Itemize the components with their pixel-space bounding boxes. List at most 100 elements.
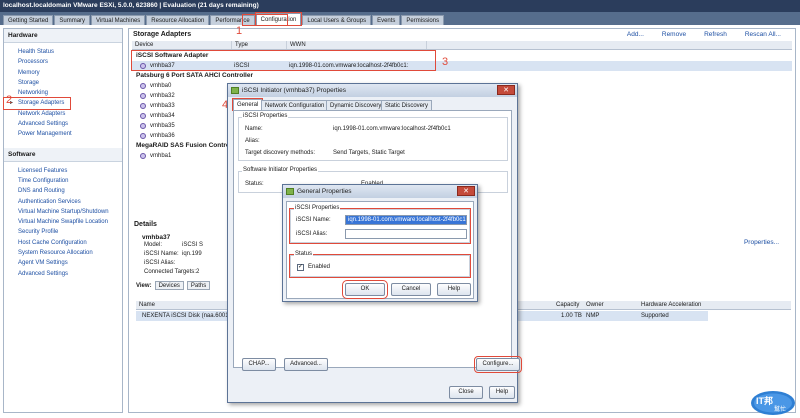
- column-wwn[interactable]: WWN: [287, 41, 427, 49]
- target-discovery-value: Send Targets, Static Target: [333, 150, 405, 156]
- tab-resource-allocation[interactable]: Resource Allocation: [146, 15, 210, 25]
- nav-health-status[interactable]: Health Status: [4, 47, 122, 57]
- column-owner[interactable]: Owner: [586, 301, 604, 310]
- nav-system-resource-allocation[interactable]: System Resource Allocation: [4, 248, 122, 258]
- software-heading: Software: [4, 147, 122, 162]
- name-label: Name:: [245, 126, 263, 132]
- iscsi-initiator-dialog-title-text: iSCSI Initiator (vmhba37) Properties: [242, 87, 347, 94]
- column-hardware-acceleration[interactable]: Hardware Acceleration: [641, 301, 701, 310]
- software-initiator-title: Software Initiator Properties: [242, 167, 319, 173]
- tab-general[interactable]: General: [231, 98, 264, 111]
- configure-button[interactable]: Configure...: [474, 356, 522, 373]
- device-name: NEXENTA iSCSI Disk (naa.6001: [142, 313, 229, 319]
- column-type[interactable]: Type: [232, 41, 287, 49]
- tab-dynamic-discovery[interactable]: Dynamic Discovery: [326, 100, 386, 110]
- dlg2-iscsi-properties-group: iSCSI Properties iSCSI Name: iqn.1998-01…: [289, 205, 471, 244]
- status-title: Status: [294, 251, 314, 257]
- device-capacity: 1.00 TB: [561, 313, 582, 319]
- refresh-link[interactable]: Refresh: [704, 31, 727, 38]
- nav-networking[interactable]: Networking: [4, 88, 122, 98]
- window-title: localhost.localdomain VMware ESXi, 5.0.0…: [0, 0, 800, 12]
- ok-button[interactable]: OK: [342, 280, 388, 299]
- nav-power-management[interactable]: Power Management: [4, 129, 122, 139]
- rescan-all-link[interactable]: Rescan All...: [745, 31, 781, 38]
- tab-local-users-groups[interactable]: Local Users & Groups: [302, 15, 372, 25]
- connected-targets-value: 2: [196, 269, 200, 275]
- tab-getting-started[interactable]: Getting Started: [3, 15, 54, 25]
- nav-processors[interactable]: Processors: [4, 57, 122, 67]
- adapter-device: vmhba1: [150, 153, 172, 159]
- nav-dns-routing[interactable]: DNS and Routing: [4, 186, 122, 196]
- column-capacity[interactable]: Capacity: [556, 301, 579, 310]
- adapter-device: vmhba32: [150, 93, 175, 99]
- view-devices-button[interactable]: Devices: [154, 281, 184, 290]
- enabled-label: Enabled: [308, 264, 331, 270]
- properties-link[interactable]: Properties...: [744, 239, 779, 246]
- tab-permissions[interactable]: Permissions: [401, 15, 445, 25]
- tab-network-configuration[interactable]: Network Configuration: [261, 100, 329, 110]
- dlg2-iscsi-properties-title: iSCSI Properties: [294, 205, 341, 211]
- model-value: iSCSI S: [182, 242, 204, 248]
- close-icon[interactable]: ✕: [497, 85, 515, 95]
- iscsi-initiator-dialog-title: iSCSI Initiator (vmhba37) Properties ✕: [228, 84, 517, 97]
- chap-button[interactable]: CHAP...: [242, 358, 276, 371]
- callout-box-iscsi-adapter: [131, 50, 436, 71]
- nav-advanced-settings-hw[interactable]: Advanced Settings: [4, 119, 122, 129]
- adapter-device: vmhba35: [150, 123, 175, 129]
- connected-targets-label: Connected Targets:: [144, 269, 196, 275]
- add-link[interactable]: Add...: [627, 31, 644, 38]
- nav-network-adapters[interactable]: Network Adapters: [4, 109, 122, 119]
- nav-time-configuration[interactable]: Time Configuration: [4, 176, 122, 186]
- tab-virtual-machines[interactable]: Virtual Machines: [91, 15, 146, 25]
- target-discovery-label: Target discovery methods:: [245, 150, 316, 156]
- callout-2: 2: [6, 94, 13, 106]
- iscsi-alias-input[interactable]: [345, 229, 467, 239]
- nav-vm-swapfile-location[interactable]: Virtual Machine Swapfile Location: [4, 217, 122, 227]
- iscsi-alias-label: iSCSI Alias:: [144, 260, 176, 266]
- nav-host-cache-configuration[interactable]: Host Cache Configuration: [4, 238, 122, 248]
- iscsi-name-input[interactable]: iqn.1998-01.com.vmware:localhost-2f4fb0c…: [345, 215, 467, 225]
- iscsi-name-value: iqn.199: [182, 251, 202, 257]
- nav-security-profile[interactable]: Security Profile: [4, 227, 122, 237]
- iscsi-name-label: iSCSI Name:: [296, 217, 331, 223]
- tab-static-discovery[interactable]: Static Discovery: [381, 100, 433, 110]
- remove-link[interactable]: Remove: [662, 31, 686, 38]
- device-hw-accel: Supported: [641, 313, 669, 319]
- nav-storage-adapters[interactable]: Storage Adapters: [3, 97, 71, 110]
- close-icon[interactable]: ✕: [457, 186, 475, 196]
- enabled-checkbox[interactable]: ✓: [297, 264, 304, 271]
- watermark-subtext: 幫忙: [774, 407, 787, 413]
- close-button[interactable]: Close: [449, 386, 483, 399]
- general-properties-body: iSCSI Properties iSCSI Name: iqn.1998-01…: [286, 201, 474, 299]
- column-device[interactable]: Device: [132, 41, 232, 49]
- column-name[interactable]: Name: [139, 301, 155, 310]
- cancel-button[interactable]: Cancel: [391, 283, 431, 296]
- nav-agent-vm-settings[interactable]: Agent VM Settings: [4, 258, 122, 268]
- help-button[interactable]: Help: [489, 386, 515, 399]
- hardware-heading: Hardware: [4, 29, 122, 43]
- tab-summary[interactable]: Summary: [54, 15, 91, 25]
- general-properties-dialog-title: General Properties ✕: [283, 185, 477, 198]
- help-button[interactable]: Help: [437, 283, 471, 296]
- nav-licensed-features[interactable]: Licensed Features: [4, 166, 122, 176]
- adapter-device: vmhba33: [150, 103, 175, 109]
- adapter-device: vmhba0: [150, 83, 172, 89]
- iscsi-name-label: iSCSI Name:: [144, 251, 179, 257]
- hba-icon: [140, 113, 146, 119]
- adapter-device: vmhba34: [150, 113, 175, 119]
- nav-storage[interactable]: Storage: [4, 78, 122, 88]
- nav-advanced-settings-sw[interactable]: Advanced Settings: [4, 269, 122, 279]
- nav-vm-startup-shutdown[interactable]: Virtual Machine Startup/Shutdown: [4, 207, 122, 217]
- hba-icon: [140, 83, 146, 89]
- model-label: Model:: [144, 242, 163, 248]
- ithome-logo: IT邦 幫忙: [750, 390, 796, 416]
- hba-icon: [140, 153, 146, 159]
- tab-events[interactable]: Events: [372, 15, 401, 25]
- name-value: iqn.1998-01.com.vmware:localhost-2f4fb0c…: [333, 126, 451, 132]
- nav-authentication-services[interactable]: Authentication Services: [4, 197, 122, 207]
- watermark-text: IT邦: [756, 396, 773, 406]
- nav-memory[interactable]: Memory: [4, 68, 122, 78]
- advanced-button[interactable]: Advanced...: [284, 358, 328, 371]
- hba-icon: [140, 103, 146, 109]
- view-paths-button[interactable]: Paths: [186, 281, 211, 290]
